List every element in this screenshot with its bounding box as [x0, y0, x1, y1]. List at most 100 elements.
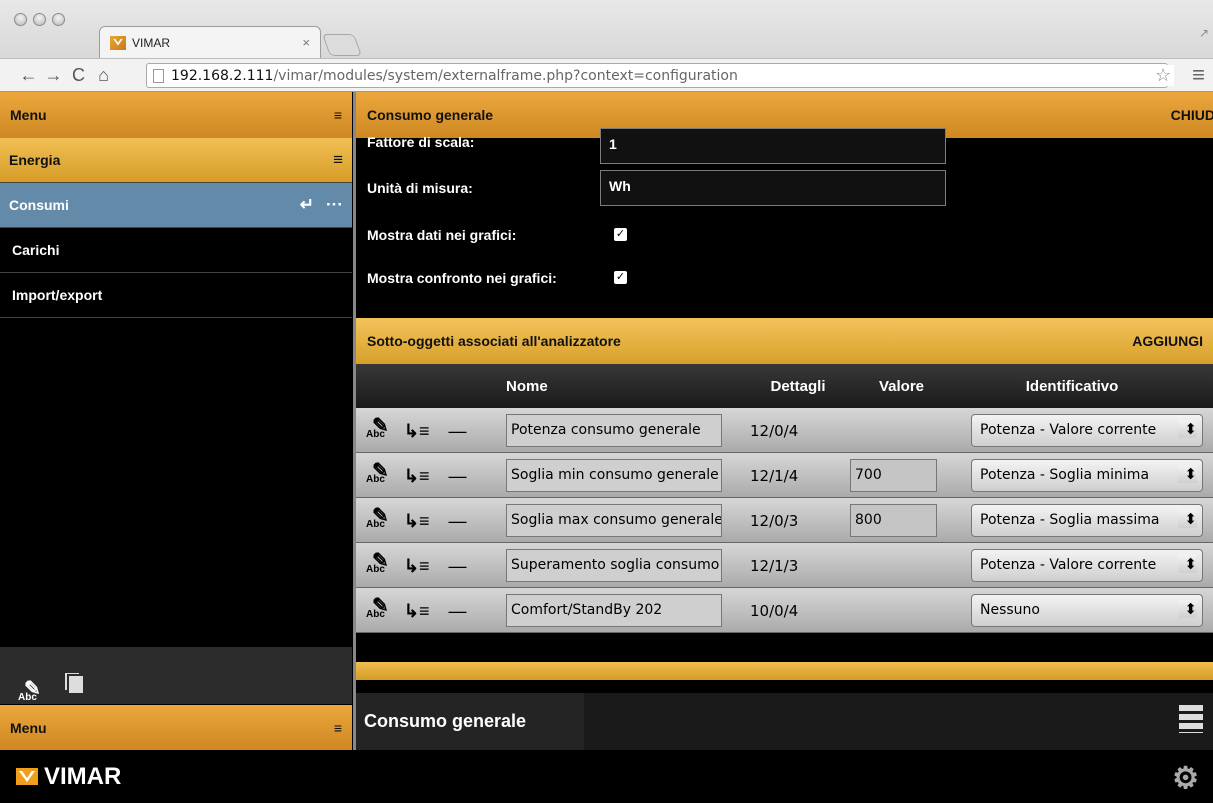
bottom-menu-header[interactable]: Menu ≡	[0, 705, 352, 750]
home-button[interactable]: ⌂	[91, 65, 116, 86]
window-controls	[14, 13, 65, 26]
sidebar-item-import-export[interactable]: Import/export	[0, 273, 352, 318]
table-row: Abc ↳≡ — Potenza consumo generale 12/0/4 P…	[356, 408, 1213, 453]
edit-row-icon[interactable]: Abc	[366, 503, 389, 540]
column-header-value: Valore	[878, 377, 925, 395]
close-button[interactable]: CHIUD	[1171, 107, 1213, 123]
table-row: Abc ↳≡ — Superamento soglia consumo 12/1/3…	[356, 543, 1213, 588]
tab-title: VIMAR	[132, 35, 171, 50]
tab-close-icon[interactable]: ×	[302, 35, 310, 50]
row-details: 12/0/3	[750, 512, 799, 530]
page-title: Consumo generale	[367, 107, 494, 123]
link-list-icon[interactable]: ↵	[300, 195, 314, 215]
minimize-window-button[interactable]	[33, 13, 46, 26]
row-details: 12/1/3	[750, 557, 799, 575]
sidebar-item-consumi[interactable]: Consumi ↵ ···	[0, 183, 352, 228]
link-row-icon[interactable]: ↳≡	[404, 556, 430, 577]
sidebar-item-carichi[interactable]: Carichi	[0, 228, 352, 273]
row-value-input[interactable]: 800	[850, 504, 937, 537]
row-name-input[interactable]: Soglia min consumo generale	[506, 459, 722, 492]
page-icon	[153, 68, 164, 83]
empty-space	[356, 633, 1213, 662]
field-label: Mostra dati nei grafici:	[367, 227, 517, 243]
link-row-icon[interactable]: ↳≡	[404, 466, 430, 487]
reload-button[interactable]: C	[66, 65, 91, 86]
sidebar-item-label: Energia	[9, 152, 61, 168]
column-header-identifier: Identificativo	[1025, 377, 1119, 395]
show-data-checkbox[interactable]: ✓	[614, 228, 627, 241]
bottom-menu-icon[interactable]: ≡	[334, 720, 342, 736]
edit-icon[interactable]: Abc	[18, 676, 41, 703]
row-value-input[interactable]: 700	[850, 459, 937, 492]
remove-row-icon[interactable]: —	[449, 421, 467, 442]
add-button[interactable]: AGGIUNGI	[1132, 333, 1203, 349]
row-name-input[interactable]: Comfort/StandBy 202	[506, 594, 722, 627]
show-comparison-checkbox[interactable]: ✓	[614, 271, 627, 284]
scale-factor-input[interactable]: 1	[600, 128, 946, 164]
address-path: /vimar/modules/system/externalframe.php?…	[273, 67, 738, 84]
edit-row-icon[interactable]: Abc	[366, 548, 389, 585]
sub-objects-section-header: Sotto-oggetti associati all'analizzatore…	[356, 318, 1213, 364]
link-row-icon[interactable]: ↳≡	[404, 601, 430, 622]
sidebar-item-label: Carichi	[12, 242, 60, 258]
address-host: 192.168.2.111	[171, 67, 274, 84]
list-expand-icon[interactable]: ≡	[333, 150, 343, 170]
more-options-icon[interactable]: ···	[326, 195, 343, 215]
table-header: Nome Dettagli Valore Identificativo	[356, 364, 1213, 408]
column-header-name: Nome	[506, 377, 548, 395]
identifier-select[interactable]: Potenza - Soglia minima	[971, 459, 1203, 492]
back-button[interactable]: ←	[16, 65, 41, 86]
partial-section-header	[356, 662, 1213, 680]
sidebar-empty-area	[0, 318, 352, 647]
browser-toolbar: ← → C ⌂ 192.168.2.111/vimar/modules/syst…	[0, 58, 1213, 91]
edit-row-icon[interactable]: Abc	[366, 413, 389, 450]
sidebar-item-label: Import/export	[12, 287, 103, 303]
link-row-icon[interactable]: ↳≡	[404, 421, 430, 442]
remove-row-icon[interactable]: —	[449, 466, 467, 487]
remove-row-icon[interactable]: —	[449, 601, 467, 622]
vimar-logo-icon	[16, 768, 38, 785]
edit-row-icon[interactable]: Abc	[366, 593, 389, 630]
address-bar[interactable]: 192.168.2.111/vimar/modules/system/exter…	[146, 63, 1168, 88]
row-details: 12/0/4	[750, 422, 799, 440]
main-panel: Consumo generale CHIUD Fattore di scala:…	[353, 92, 1213, 750]
identifier-select[interactable]: Potenza - Soglia massima	[971, 504, 1203, 537]
bottom-menu-title: Menu	[10, 719, 47, 736]
row-details: 12/1/4	[750, 467, 799, 485]
menu-list-icon[interactable]	[1179, 705, 1203, 733]
row-name-input[interactable]: Soglia max consumo generale	[506, 504, 722, 537]
edit-row-icon[interactable]: Abc	[366, 458, 389, 495]
row-details: 10/0/4	[750, 602, 799, 620]
bottom-toolbar	[584, 693, 1213, 750]
forward-button[interactable]: →	[41, 65, 66, 86]
remove-row-icon[interactable]: —	[449, 556, 467, 577]
menu-icon[interactable]: ≡	[334, 107, 342, 123]
bookmark-star-icon[interactable]: ☆	[1152, 65, 1175, 86]
close-window-button[interactable]	[14, 13, 27, 26]
field-label: Fattore di scala:	[367, 134, 475, 150]
sidebar-item-energia[interactable]: Energia ≡	[0, 138, 352, 183]
bottom-tab-consumo-generale[interactable]: Consumo generale	[356, 693, 584, 750]
footer: VIMAR ⚙	[0, 750, 1213, 803]
identifier-select[interactable]: Potenza - Valore corrente	[971, 414, 1203, 447]
settings-gear-icon[interactable]: ⚙	[1172, 761, 1199, 796]
unit-input[interactable]: Wh	[600, 170, 946, 206]
row-name-input[interactable]: Superamento soglia consumo	[506, 549, 722, 582]
identifier-select[interactable]: Nessuno	[971, 594, 1203, 627]
brand-name: VIMAR	[44, 762, 122, 790]
copy-icon[interactable]	[64, 673, 85, 695]
new-tab-button[interactable]	[321, 34, 363, 56]
browser-tab[interactable]: VIMAR ×	[99, 26, 321, 58]
browser-menu-icon[interactable]: ≡	[1192, 62, 1205, 88]
identifier-select[interactable]: Potenza - Valore corrente	[971, 549, 1203, 582]
field-label: Mostra confronto nei grafici:	[367, 270, 557, 286]
table-row: Abc ↳≡ — Soglia min consumo generale 12/1/…	[356, 453, 1213, 498]
table-row: Abc ↳≡ — Comfort/StandBy 202 10/0/4 Nessun…	[356, 588, 1213, 633]
resize-icon[interactable]: ↗	[1199, 26, 1209, 40]
sidebar: Menu ≡ Energia ≡ Consumi ↵ ··· Carichi I…	[0, 92, 352, 750]
remove-row-icon[interactable]: —	[449, 511, 467, 532]
link-row-icon[interactable]: ↳≡	[404, 511, 430, 532]
row-name-input[interactable]: Potenza consumo generale	[506, 414, 722, 447]
field-label: Unità di misura:	[367, 180, 473, 196]
zoom-window-button[interactable]	[52, 13, 65, 26]
